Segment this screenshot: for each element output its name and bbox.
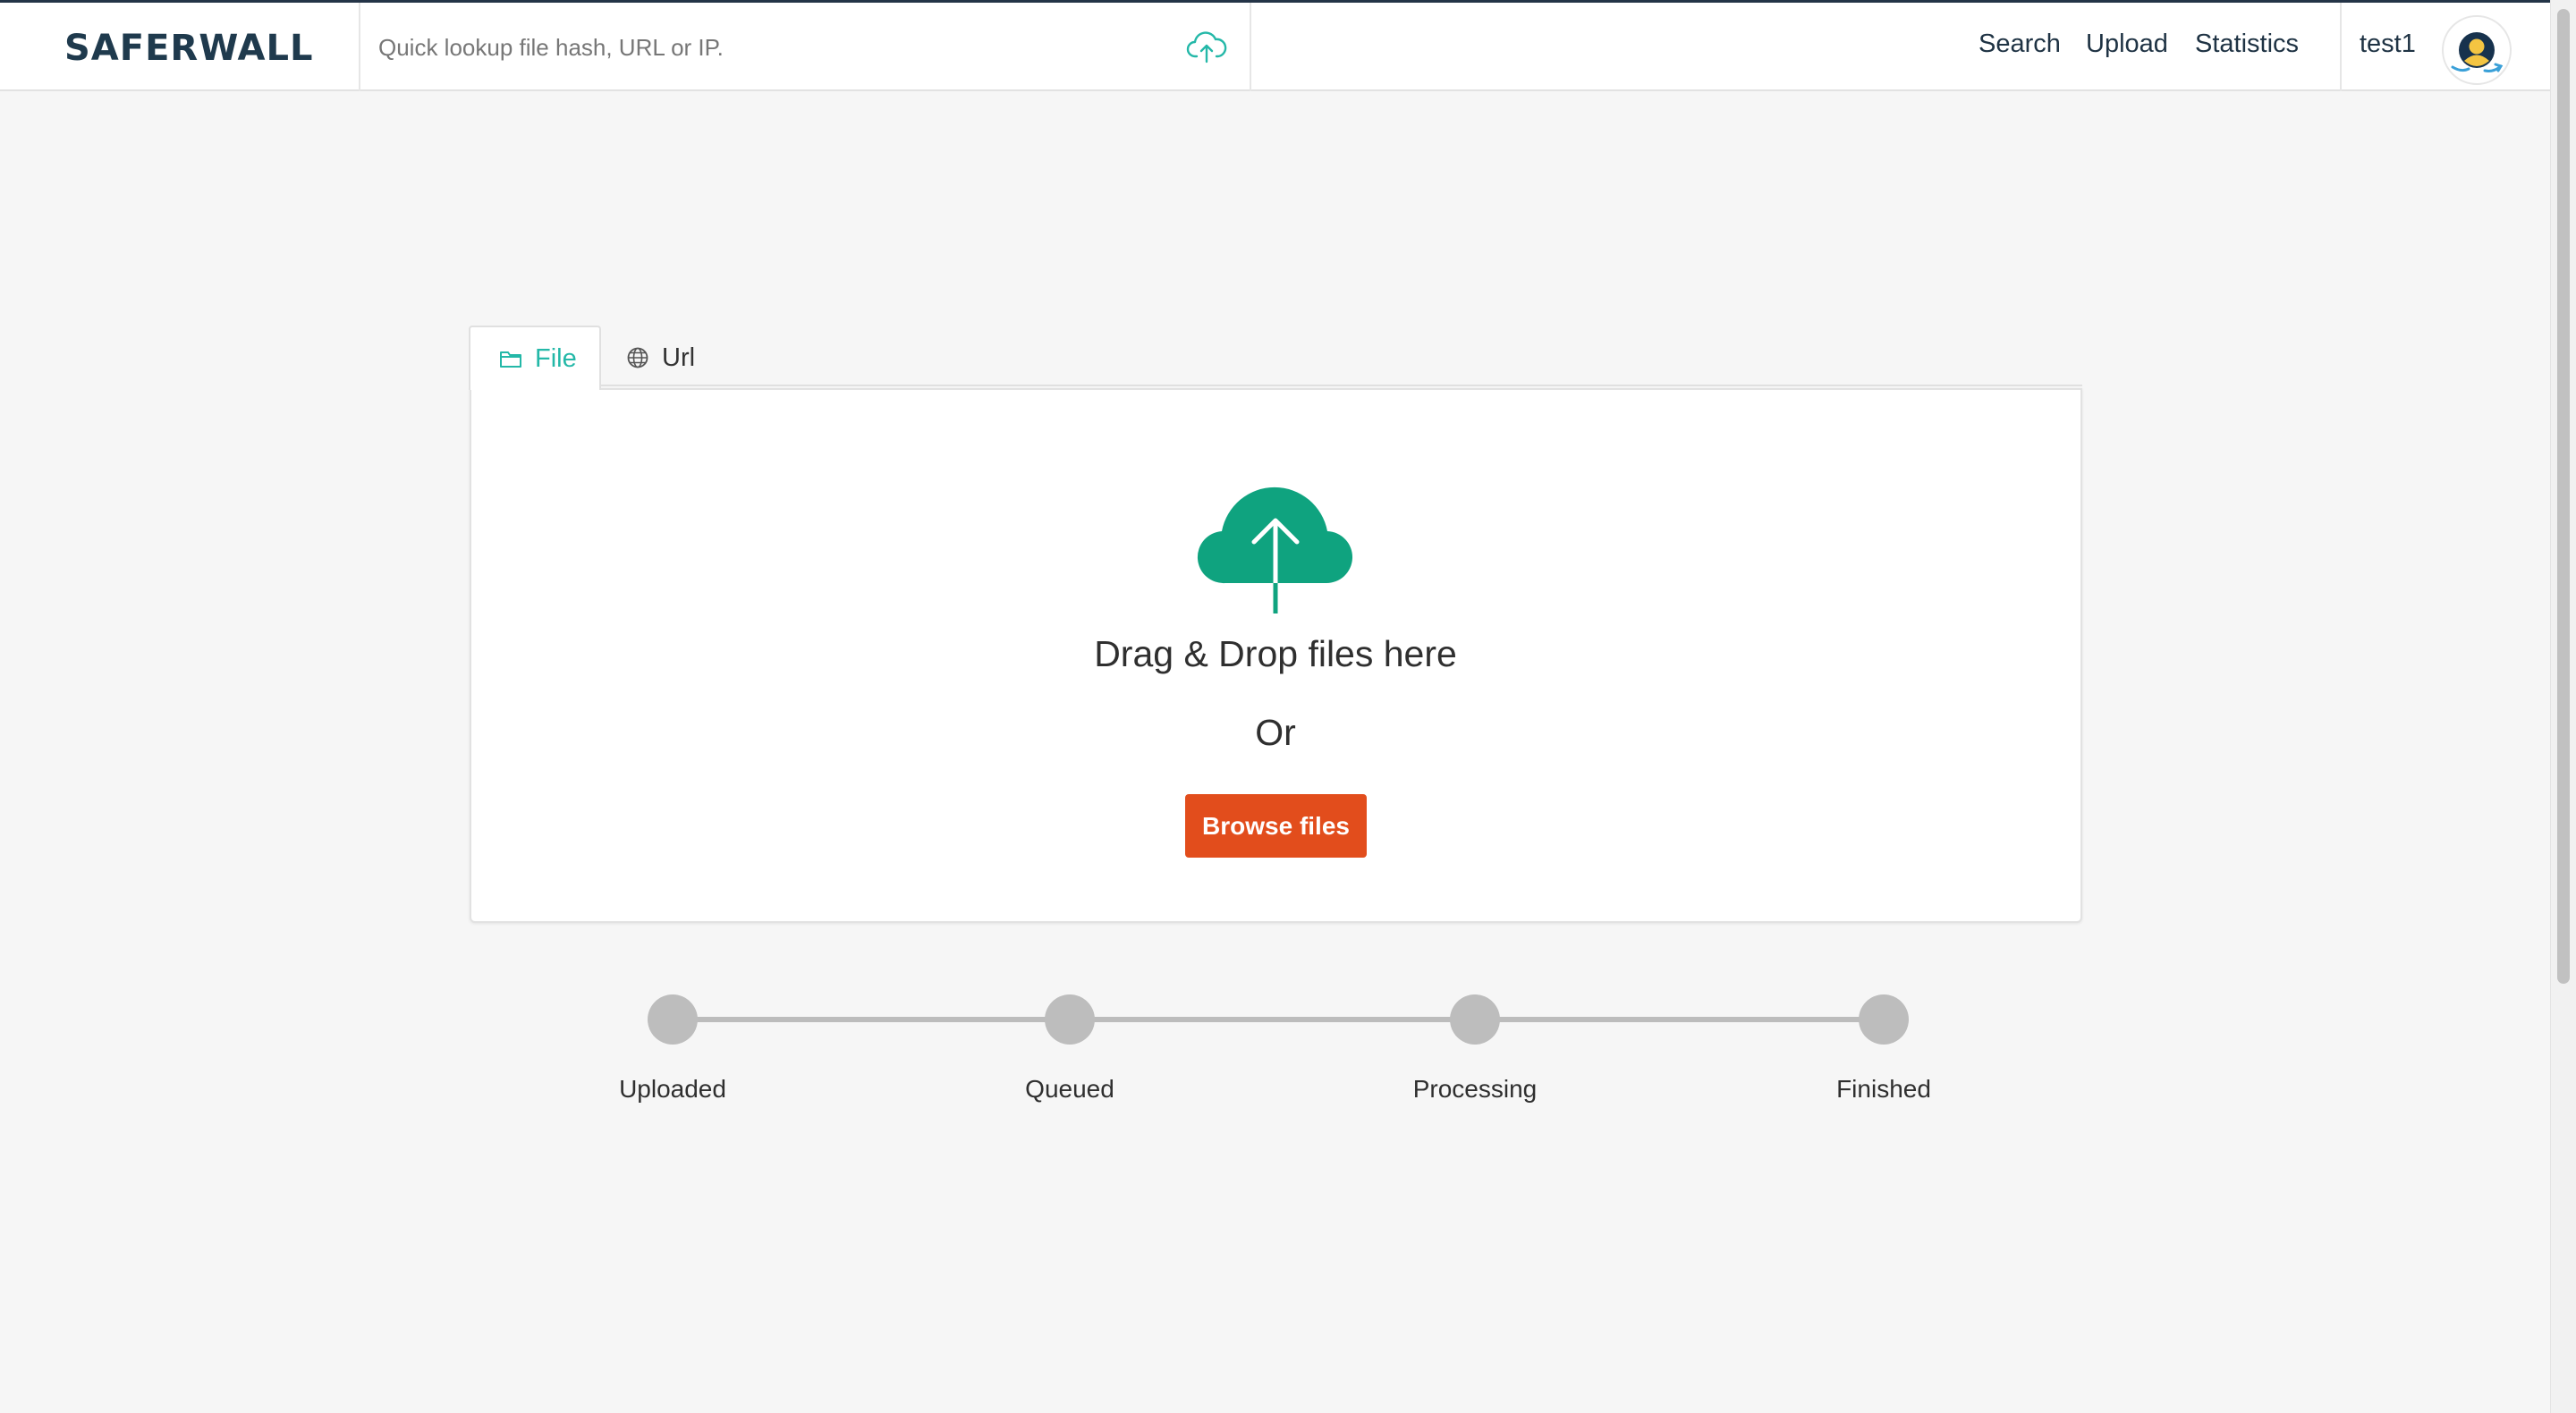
or-separator: Or [1255,712,1296,753]
tab-divider [601,385,2082,386]
step-dot-processing [1450,994,1500,1045]
tab-url-label: Url [662,343,696,372]
nav-divider [2340,3,2342,91]
step-dot-uploaded [648,994,698,1045]
step-label-uploaded: Uploaded [619,1075,726,1103]
step-label-queued: Queued [1025,1075,1114,1103]
nav-statistics-link[interactable]: Statistics [2195,30,2299,59]
upload-page: SAFERWALL Search Upload Statistics test1 [0,0,2576,1413]
step-dot-finished [1859,994,1909,1045]
saferwall-logo[interactable]: SAFERWALL [64,28,313,69]
drop-instructions: Drag & Drop files here [1094,633,1457,674]
user-avatar-icon [2451,32,2504,72]
username[interactable]: test1 [2360,30,2416,59]
cloud-upload-icon[interactable] [1186,28,1227,67]
tab-file-label: File [535,343,577,373]
nav-upload-link[interactable]: Upload [2086,30,2168,59]
cloud-upload-icon [1197,487,1353,613]
tab-file[interactable]: File [469,326,601,390]
nav-search-link[interactable]: Search [1979,30,2061,59]
page-scrollbar-thumb[interactable] [2557,9,2570,984]
progress-track [673,1017,1884,1022]
search-input[interactable] [378,22,1165,72]
globe-icon [627,347,648,368]
top-navbar: SAFERWALL Search Upload Statistics test1 [0,0,2550,91]
step-label-finished: Finished [1836,1075,1931,1103]
step-label-processing: Processing [1412,1075,1538,1103]
tab-url[interactable]: Url [626,326,695,390]
quick-lookup-search [359,3,1251,91]
folder-icon [500,351,521,368]
step-dot-queued [1045,994,1095,1045]
user-avatar[interactable] [2442,15,2512,85]
browse-files-button[interactable]: Browse files [1185,794,1367,858]
